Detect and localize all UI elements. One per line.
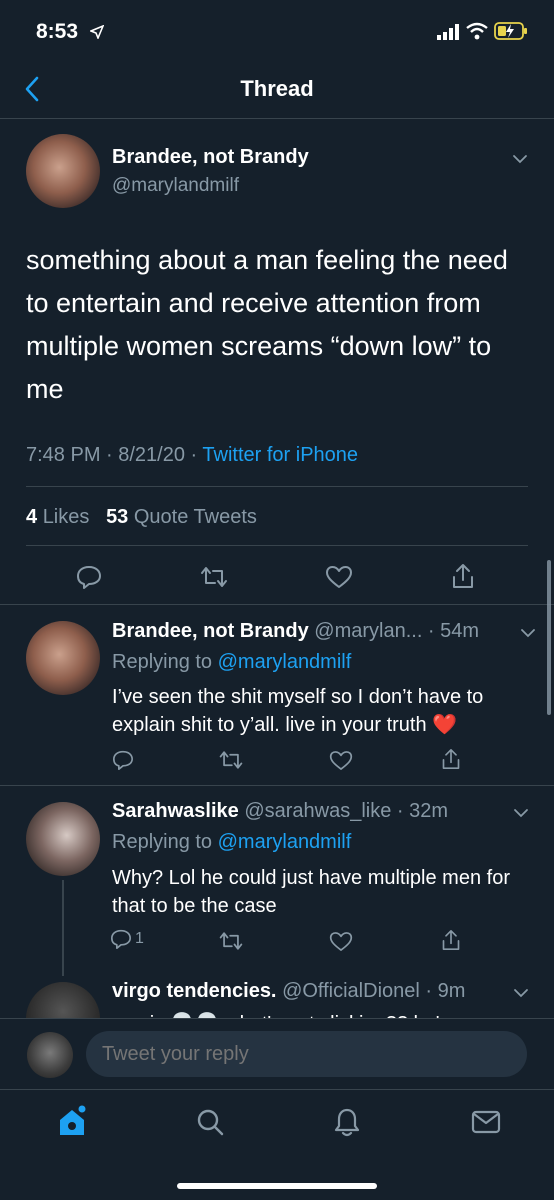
author-name[interactable]: Brandee, not Brandy xyxy=(112,620,309,642)
like-icon[interactable] xyxy=(323,563,355,591)
replying-to-link[interactable]: @marylandmilf xyxy=(218,651,352,673)
battery-charging-icon xyxy=(494,22,528,40)
reply-header: Sarahwaslike @sarahwas_like · 32m xyxy=(112,800,448,823)
retweet-icon[interactable] xyxy=(198,563,230,591)
author-meta: @marylan... · 54m xyxy=(314,620,480,642)
author-meta: @OfficialDionel · 9m xyxy=(282,980,466,1002)
replying-to-link[interactable]: @marylandmilf xyxy=(218,831,352,853)
stats-divider-bottom xyxy=(26,545,528,546)
avatar[interactable] xyxy=(26,134,100,208)
header: Thread xyxy=(0,60,554,118)
chevron-down-icon[interactable] xyxy=(509,983,533,1003)
reply-tweet[interactable]: virgo tendencies. @OfficialDionel · 9m n… xyxy=(0,966,554,1018)
reply-icon[interactable] xyxy=(110,929,132,949)
notifications-icon[interactable] xyxy=(327,1102,367,1142)
reply-text: Why? Lol he could just have multiple men… xyxy=(112,867,510,917)
status-time: 8:53 xyxy=(36,20,79,43)
likes-count: 4 xyxy=(26,506,38,528)
signal-icon xyxy=(437,24,459,40)
location-arrow-icon xyxy=(90,25,104,39)
reply-text: I’ve seen the shit myself so I don’t hav… xyxy=(112,686,484,736)
tweet-stats: 4 Likes 53 Quote Tweets xyxy=(26,506,257,529)
main-tweet: Brandee, not Brandy @marylandmilf someth… xyxy=(0,119,554,604)
retweet-icon[interactable] xyxy=(216,929,246,953)
avatar[interactable] xyxy=(26,621,100,695)
likes-stat[interactable]: 4 Likes xyxy=(26,506,89,528)
share-icon[interactable] xyxy=(448,561,478,591)
reply-header: Brandee, not Brandy @marylan... · 54m xyxy=(112,620,479,643)
quotes-count: 53 xyxy=(106,506,129,528)
reply-action[interactable]: 1 xyxy=(110,929,144,949)
tweet-text: something about a man feeling the need t… xyxy=(26,245,508,404)
home-icon[interactable] xyxy=(52,1102,92,1142)
thread-line xyxy=(62,880,64,976)
reply-input[interactable] xyxy=(86,1031,527,1077)
replying-prefix: Replying to xyxy=(112,831,218,853)
reply-header: virgo tendencies. @OfficialDionel · 9m xyxy=(112,980,465,1003)
share-icon[interactable] xyxy=(438,746,464,772)
author-handle[interactable]: @marylandmilf xyxy=(112,175,239,197)
replying-prefix: Replying to xyxy=(112,651,218,673)
reply-tweet[interactable]: Brandee, not Brandy @marylan... · 54m Re… xyxy=(0,605,554,785)
quotes-stat[interactable]: 53 Quote Tweets xyxy=(106,506,257,528)
scrollbar[interactable] xyxy=(547,560,551,715)
avatar[interactable] xyxy=(27,1032,73,1078)
like-icon[interactable] xyxy=(327,748,355,772)
reply-icon[interactable] xyxy=(110,748,136,772)
wifi-icon xyxy=(466,22,488,40)
page-title: Thread xyxy=(240,76,314,101)
author-meta: @sarahwas_like · 32m xyxy=(244,800,449,822)
stats-divider-top xyxy=(26,486,528,487)
reply-count: 1 xyxy=(135,930,144,947)
retweet-icon[interactable] xyxy=(216,748,246,772)
tweet-source-link[interactable]: Twitter for iPhone xyxy=(202,444,358,466)
chevron-down-icon[interactable] xyxy=(508,149,532,169)
author-name[interactable]: virgo tendencies. xyxy=(112,980,277,1002)
composer-bar xyxy=(0,1019,554,1089)
share-icon[interactable] xyxy=(438,927,464,953)
search-icon[interactable] xyxy=(190,1102,230,1142)
like-icon[interactable] xyxy=(327,929,355,953)
messages-icon[interactable] xyxy=(466,1102,506,1142)
timestamp-text: 7:48 PM · 8/21/20 · xyxy=(26,444,203,466)
author-name[interactable]: Sarahwaslike xyxy=(112,800,239,822)
tweet-timestamp: 7:48 PM · 8/21/20 · Twitter for iPhone xyxy=(26,444,358,467)
home-indicator xyxy=(177,1183,377,1189)
replying-to: Replying to @marylandmilf xyxy=(112,651,351,674)
reply-icon[interactable] xyxy=(74,563,104,591)
avatar[interactable] xyxy=(26,802,100,876)
chevron-down-icon[interactable] xyxy=(516,623,540,643)
quotes-label: Quote Tweets xyxy=(133,506,257,528)
status-bar: 8:53 xyxy=(0,0,554,60)
replying-to: Replying to @marylandmilf xyxy=(112,831,351,854)
reply-tweet[interactable]: Sarahwaslike @sarahwas_like · 32m Replyi… xyxy=(0,786,554,976)
reply-text: no cis 💀💀 what's not clicking?? he's xyxy=(112,1010,532,1018)
avatar[interactable] xyxy=(26,982,100,1018)
chevron-down-icon[interactable] xyxy=(509,803,533,823)
author-name[interactable]: Brandee, not Brandy xyxy=(112,146,309,169)
likes-label: Likes xyxy=(42,506,90,528)
tab-bar xyxy=(0,1090,554,1200)
